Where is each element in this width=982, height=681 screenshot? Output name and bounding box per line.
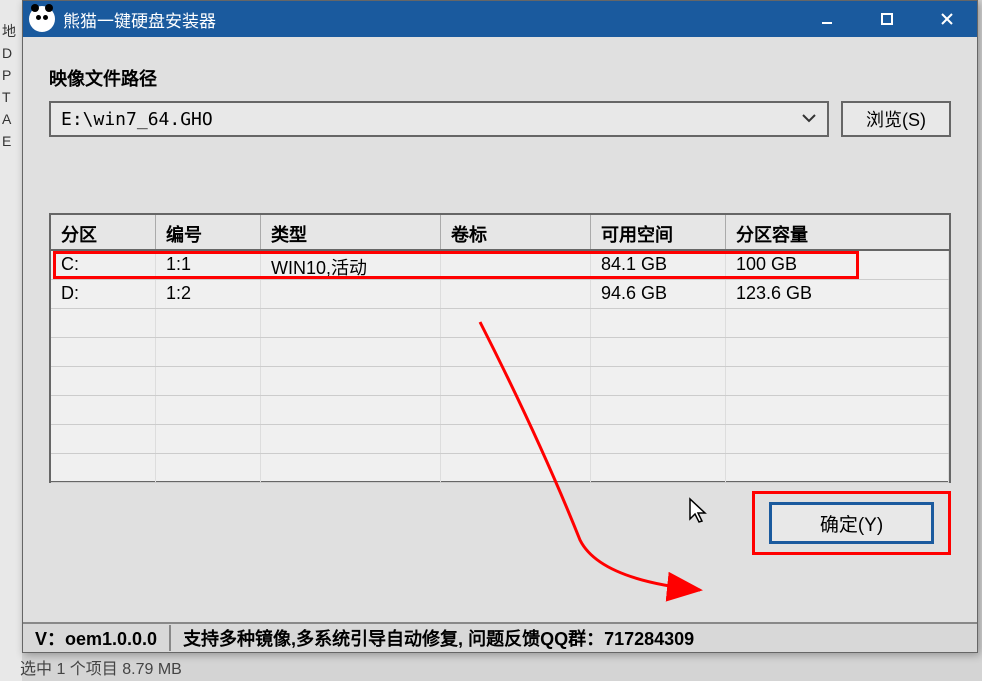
panda-icon xyxy=(29,6,55,32)
table-row[interactable]: D: 1:2 94.6 GB 123.6 GB xyxy=(51,280,949,309)
cell-free: 94.6 GB xyxy=(591,280,726,308)
annotation-highlight-ok: 确定(Y) xyxy=(752,491,951,555)
cell-type: WIN10,活动 xyxy=(261,251,441,279)
image-path-combo[interactable]: E:\win7_64.GHO xyxy=(49,101,829,137)
cell-number: 1:1 xyxy=(156,251,261,279)
cell-type xyxy=(261,280,441,308)
ok-button[interactable]: 确定(Y) xyxy=(769,502,934,544)
header-type[interactable]: 类型 xyxy=(261,215,441,249)
installer-window: 熊猫一键硬盘安装器 映像文件路径 E:\win7_64.GHO 浏览(S xyxy=(22,0,978,653)
background-statusbar-text: 选中 1 个项目 8.79 MB xyxy=(20,655,182,679)
image-path-label: 映像文件路径 xyxy=(49,65,951,91)
maximize-button[interactable] xyxy=(857,1,917,37)
table-header-row: 分区 编号 类型 卷标 可用空间 分区容量 xyxy=(51,215,949,251)
header-volume[interactable]: 卷标 xyxy=(441,215,591,249)
status-version: V：oem1.0.0.0 xyxy=(23,625,171,651)
cell-volume xyxy=(441,280,591,308)
browse-button[interactable]: 浏览(S) xyxy=(841,101,951,137)
cell-number: 1:2 xyxy=(156,280,261,308)
partition-table: 分区 编号 类型 卷标 可用空间 分区容量 C: xyxy=(49,213,951,483)
cell-partition: C: xyxy=(51,251,156,279)
minimize-button[interactable] xyxy=(797,1,857,37)
status-support-text: 支持多种镜像,多系统引导自动修复, 问题反馈QQ群：717284309 xyxy=(171,625,977,651)
chevron-down-icon xyxy=(801,111,817,127)
image-path-value: E:\win7_64.GHO xyxy=(61,109,801,130)
header-size[interactable]: 分区容量 xyxy=(726,215,949,249)
statusbar: V：oem1.0.0.0 支持多种镜像,多系统引导自动修复, 问题反馈QQ群：7… xyxy=(23,622,977,652)
cell-partition: D: xyxy=(51,280,156,308)
header-number[interactable]: 编号 xyxy=(156,215,261,249)
header-partition[interactable]: 分区 xyxy=(51,215,156,249)
table-row[interactable]: C: 1:1 WIN10,活动 84.1 GB 100 GB xyxy=(51,251,949,280)
background-explorer-strip: 地 D P T A E xyxy=(0,0,22,681)
cell-volume xyxy=(441,251,591,279)
close-button[interactable] xyxy=(917,1,977,37)
header-free[interactable]: 可用空间 xyxy=(591,215,726,249)
titlebar: 熊猫一键硬盘安装器 xyxy=(23,1,977,37)
cell-size: 100 GB xyxy=(726,251,949,279)
window-title: 熊猫一键硬盘安装器 xyxy=(63,7,797,32)
cell-free: 84.1 GB xyxy=(591,251,726,279)
cell-size: 123.6 GB xyxy=(726,280,949,308)
